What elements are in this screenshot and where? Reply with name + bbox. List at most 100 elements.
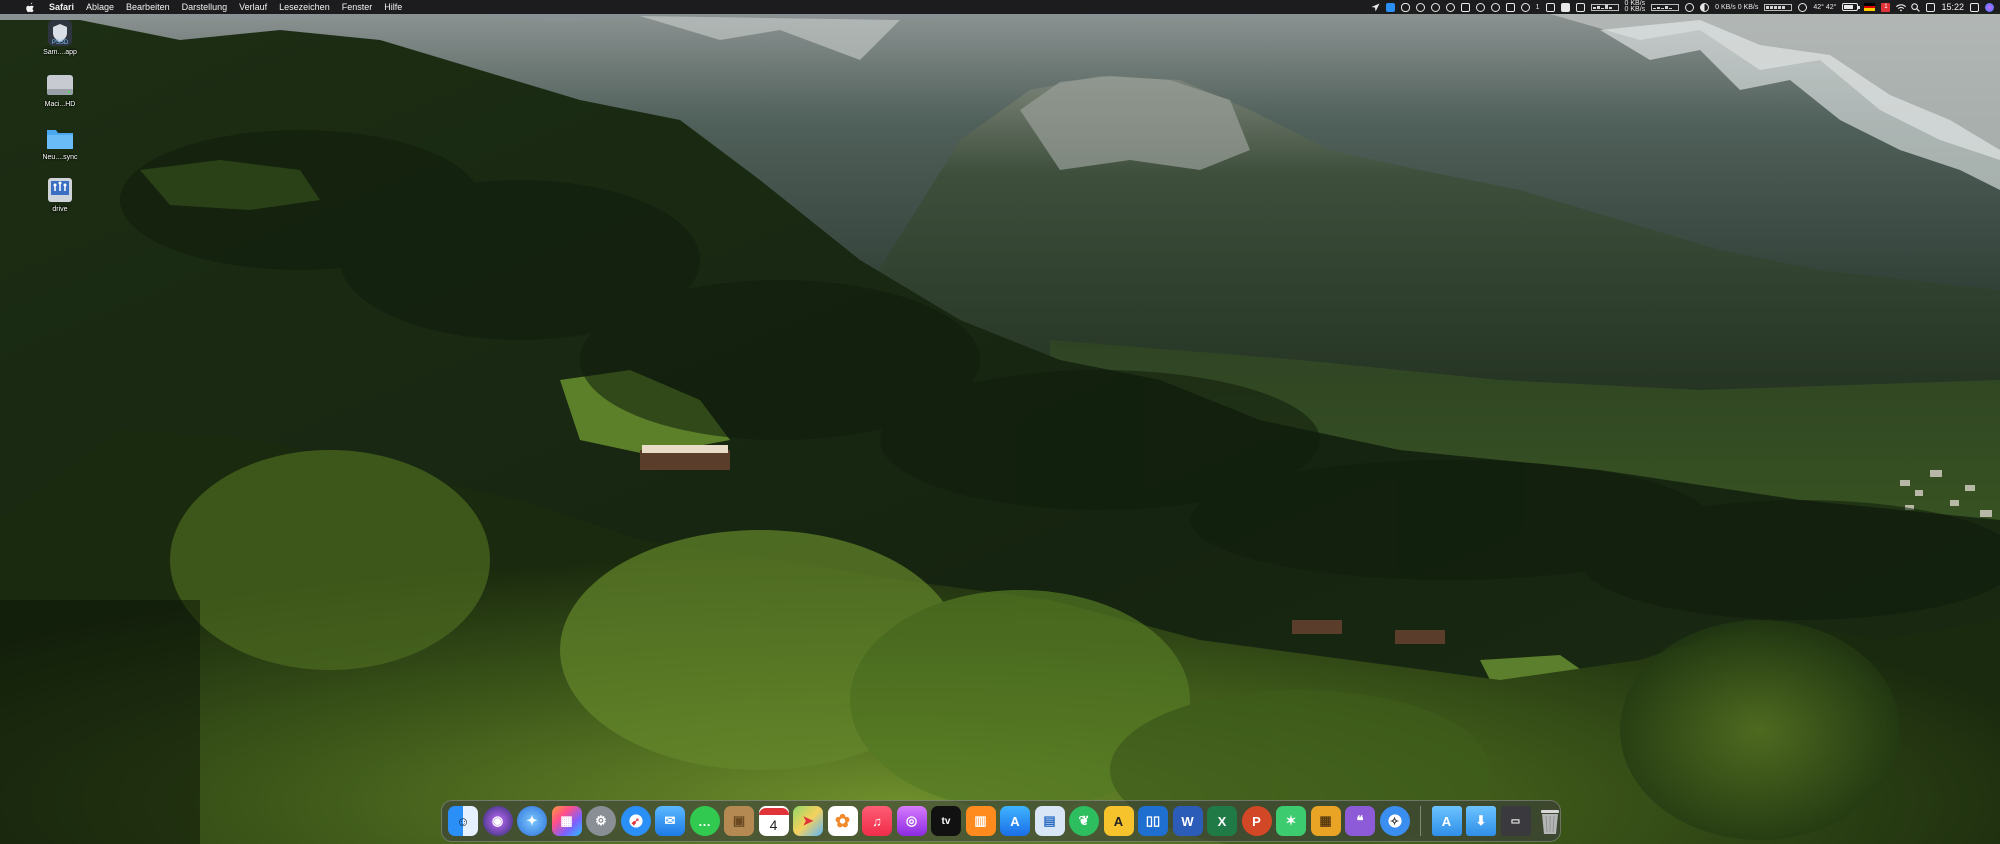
wifi-icon[interactable] — [1896, 3, 1907, 12]
location-arrow-icon[interactable] — [1371, 3, 1380, 12]
contrast-icon[interactable] — [1700, 2, 1710, 12]
input-source-flag-icon[interactable] — [1864, 3, 1876, 12]
activity-meter[interactable] — [1590, 3, 1619, 11]
elephant-icon: ❦ — [1078, 813, 1090, 828]
menu-app-name[interactable]: Safari — [49, 2, 74, 12]
layers-icon[interactable] — [1505, 2, 1515, 12]
dock-books[interactable]: ▥ — [965, 806, 996, 836]
menu-darstellung[interactable]: Darstellung — [182, 2, 228, 12]
dock-evernote[interactable]: ❦ — [1069, 806, 1099, 836]
moon-icon[interactable] — [1685, 2, 1695, 12]
apple-logo-icon[interactable] — [26, 2, 35, 13]
dock-downloads-folder[interactable]: ⬇ — [1466, 806, 1496, 836]
dock-music[interactable]: ♫ — [862, 806, 892, 836]
tv-label: tv — [941, 815, 951, 827]
dropbox-icon[interactable] — [1385, 2, 1395, 12]
folder-icon — [45, 123, 75, 153]
gear-icon[interactable] — [1798, 2, 1808, 12]
calendar-badge-icon[interactable]: 1 — [1881, 2, 1891, 12]
envelope-icon: ✉ — [664, 813, 676, 828]
lightbulb-icon[interactable] — [1475, 2, 1485, 12]
battery-icon[interactable] — [1842, 3, 1861, 11]
preview-photos-icon: ▤ — [1043, 813, 1056, 828]
dock-powerpoint[interactable]: P — [1241, 806, 1272, 836]
control-center-icon[interactable] — [1926, 2, 1936, 12]
dock-tv[interactable]: tv — [931, 806, 961, 836]
menu-lesezeichen[interactable]: Lesezeichen — [279, 2, 330, 12]
download-folder-icon: ⬇ — [1475, 813, 1487, 828]
download-icon[interactable] — [1575, 2, 1585, 12]
dock-app-store[interactable]: A — [1000, 806, 1030, 836]
desktop-wallpaper — [0, 0, 2000, 844]
dock-trello[interactable]: ▯▯ — [1138, 806, 1168, 836]
dock-safari[interactable]: ➹ — [620, 806, 651, 836]
dock-preview[interactable]: ▤ — [1034, 806, 1065, 836]
triangle-a-icon: A — [1113, 813, 1124, 829]
dock-separator — [1420, 806, 1421, 836]
brightness-icon[interactable] — [1490, 2, 1500, 12]
dock-applications-folder[interactable]: A — [1431, 806, 1462, 836]
podcast-icon: ◎ — [905, 813, 918, 828]
book-icon: ▥ — [974, 813, 987, 828]
dock-vectorworks[interactable]: A — [1103, 806, 1134, 836]
dock-trash[interactable] — [1535, 806, 1565, 836]
sync-cloud-icon[interactable] — [1430, 2, 1440, 12]
dock-contacts[interactable]: ▣ — [724, 806, 754, 836]
temperature-readout[interactable]: 42° 42° — [1813, 4, 1836, 11]
desktop-icon-app[interactable]: PSSD Sam....app — [38, 18, 82, 56]
menu-ablage[interactable]: Ablage — [86, 2, 114, 12]
dock-launchpad-grid[interactable]: ▦ — [551, 806, 582, 836]
dock-compass[interactable]: ✧ — [1379, 806, 1410, 836]
cloud-icon[interactable] — [1400, 2, 1410, 12]
menu-clock[interactable]: 15:22 — [1941, 2, 1964, 12]
dock-system-preferences[interactable]: ⚙ — [586, 806, 616, 836]
dock-podcasts[interactable]: ◎ — [896, 806, 927, 836]
dock-launchpad[interactable]: ✦ — [517, 806, 547, 836]
vpn-icon[interactable] — [1445, 2, 1455, 12]
dock-excel[interactable]: X — [1207, 806, 1237, 836]
dock-finder[interactable]: ☺ — [448, 806, 478, 836]
desktop-icon-drive[interactable]: drive — [38, 175, 82, 213]
desktop-icon-macintosh-hd[interactable]: Maci...HD — [38, 70, 82, 108]
menu-verlauf[interactable]: Verlauf — [239, 2, 267, 12]
dock-messages[interactable]: … — [689, 806, 720, 836]
notification-center-icon[interactable] — [1970, 2, 1979, 12]
trash-icon — [1541, 810, 1559, 834]
menu-bar: Safari Ablage Bearbeiten Darstellung Ver… — [0, 0, 2000, 14]
check-shield-icon[interactable] — [1415, 2, 1425, 12]
dock-siri[interactable]: ◉ — [482, 806, 513, 836]
memory-graph[interactable] — [1764, 3, 1793, 11]
apps-folder-icon: A — [1441, 813, 1452, 829]
dock-mail[interactable]: ✉ — [655, 806, 685, 836]
time-machine-icon[interactable] — [1520, 2, 1530, 12]
contacts-book-icon: ▣ — [732, 813, 746, 828]
rocket-icon: ✦ — [526, 813, 538, 828]
notes-icon[interactable] — [1560, 2, 1570, 12]
desktop-icon-folder[interactable]: Neu....sync — [38, 123, 82, 161]
film-strip-icon: ▦ — [1319, 813, 1332, 828]
search-icon[interactable] — [1911, 2, 1921, 12]
dock-feedback[interactable]: ❝ — [1345, 806, 1375, 836]
cpu-graph[interactable] — [1651, 3, 1680, 11]
menu-bearbeiten[interactable]: Bearbeiten — [126, 2, 170, 12]
siri-icon[interactable] — [1985, 2, 1994, 12]
list-icon[interactable] — [1545, 2, 1555, 12]
dock-archive[interactable]: ▦ — [1310, 806, 1341, 836]
compass-icon: ➹ — [630, 815, 641, 828]
disk-stats[interactable]: 0 KB/s 0 KB/s — [1715, 4, 1758, 11]
desktop-icon-label: Neu....sync — [42, 154, 78, 161]
dock-calendar[interactable]: 4 — [758, 806, 789, 836]
word-letter: W — [1181, 813, 1194, 829]
dock-recent-stack[interactable]: ▭ — [1500, 806, 1531, 836]
dock-photos[interactable]: ✿ — [827, 806, 858, 836]
dock: ☺ ◉ ✦ ▦ ⚙ ➹ ✉ … ▣ 4 ➤ ✿ ♫ ◎ tv ▥ A ▤ ❦ A… — [441, 800, 1561, 842]
menu-fenster[interactable]: Fenster — [342, 2, 373, 12]
network-speed[interactable]: 0 KB/s 0 KB/s — [1625, 0, 1646, 13]
music-note-icon: ♫ — [872, 813, 882, 829]
dock-maps[interactable]: ➤ — [793, 806, 823, 836]
dock-word[interactable]: W — [1172, 806, 1203, 836]
dock-xmind[interactable]: ✶ — [1276, 806, 1306, 836]
menu-hilfe[interactable]: Hilfe — [384, 2, 402, 12]
screen-record-icon[interactable] — [1460, 2, 1470, 12]
bluetooth-count[interactable]: 1 — [1536, 4, 1540, 11]
